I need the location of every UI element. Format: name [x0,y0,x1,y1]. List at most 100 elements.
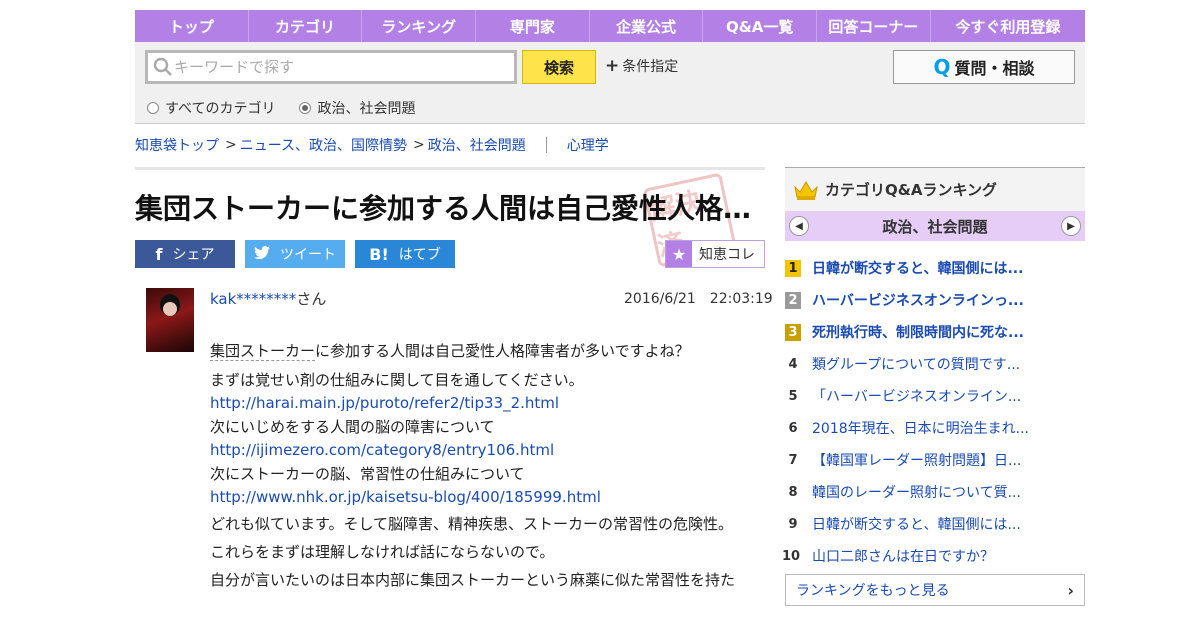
avatar[interactable] [146,288,194,352]
nav-item-answer-corner[interactable]: 回答コーナー [817,10,931,42]
breadcrumb-politics[interactable]: 政治、社会問題 [428,135,526,155]
rank-link[interactable]: 山口二郎さんは在日ですか？ [812,546,994,566]
body-line: 次にいじめをする人間の脳の障害について [210,417,495,436]
main-divider [135,167,765,170]
radio-all-label: すべてのカテゴリ [165,101,276,117]
rank-badge: 2 [785,291,801,309]
search-icon [152,56,174,78]
body-line: 次にストーカーの脳、常習性の仕組みについて [210,464,525,483]
rank-badge: 5 [788,388,798,404]
list-item[interactable]: 9 日韓が断交すると、韓国側には... [785,508,1085,540]
breadcrumb-separator: > [225,137,237,153]
nav-item-experts[interactable]: 専門家 [476,10,590,42]
ranking-category-bar: ◀ 政治、社会問題 ▶ [785,211,1085,241]
search-button[interactable]: 検索 [522,50,596,84]
list-item[interactable]: 1 日韓が断交すると、韓国側には... [785,252,1085,284]
hatena-share-button[interactable]: B! はてブ [355,240,455,268]
nav-item-top[interactable]: トップ [135,10,249,42]
search-input[interactable] [174,58,504,76]
rank-link[interactable]: 韓国のレーダー照射について質... [812,482,1021,502]
hatena-share-label: はてブ [398,247,441,263]
search-box[interactable] [145,50,517,84]
radio-current-category[interactable] [299,102,312,114]
list-item[interactable]: 6 2018年現在、日本に明治生まれ... [785,412,1085,444]
breadcrumb-related-psychology[interactable]: 心理学 [567,135,609,155]
rank-badge: 10 [781,548,801,564]
rank-link[interactable]: ハーバービジネスオンラインっ... [812,290,1024,310]
body-line: これらをまずは理解しなければ話にならないので。 [210,542,555,561]
list-item[interactable]: 5 「ハーバービジネスオンライン... [785,380,1085,412]
ranking-category: 政治、社会問題 [882,217,988,236]
rank-link[interactable]: 死刑執行時、制限時間内に死な... [812,322,1024,342]
breadcrumb: 知恵袋トップ > ニュース、政治、国際情勢 > 政治、社会問題 心理学 [135,135,609,155]
search-scope: すべてのカテゴリ 政治、社会問題 [147,98,439,118]
search-band: 検索 + 条件指定 Q 質問・相談 すべてのカテゴリ 政治、社会問題 [135,42,1085,124]
twitter-icon [254,245,270,264]
body-line: 自分が言いたいのは日本内部に集団ストーカーという麻薬に似た常習性を持た [210,570,736,589]
body-line: どれも似ています。そして脳障害、精神疾患、ストーカーの常習性の危険性。 [210,514,734,533]
post-date: 2016/6/21 22:03:19 [624,291,773,307]
rank-link[interactable]: 日韓が断交すると、韓国側には... [812,258,1023,278]
next-category-button[interactable]: ▶ [1060,216,1081,236]
rank-link[interactable]: 【韓国軍レーダー照射問題】日... [812,450,1021,470]
body-link[interactable]: http://ijimezero.com/category8/entry106.… [210,439,755,463]
rank-badge: 8 [788,484,798,500]
rank-badge: 3 [785,323,801,341]
radio-all-categories[interactable] [147,102,159,114]
twitter-share-button[interactable]: ツイート [245,240,345,268]
twitter-share-label: ツイート [280,247,336,263]
list-item[interactable]: 8 韓国のレーダー照射について質... [785,476,1085,508]
more-ranking-label: ランキングをもっと見る [796,583,950,599]
nav-item-register[interactable]: 今すぐ利用登録 [931,10,1085,42]
user-suffix: さん [296,290,327,308]
nav-item-qa-list[interactable]: Q&A一覧 [703,10,818,42]
facebook-icon: f [155,244,163,264]
rank-link[interactable]: 2018年現在、日本に明治生まれ... [812,418,1029,438]
nav-item-official[interactable]: 企業公式 [590,10,704,42]
chiekore-label: 知恵コレ [699,247,755,263]
user-link[interactable]: kak******** [210,290,296,308]
chevron-right-icon: › [1067,580,1074,600]
body-line: まずは覚せい剤の仕組みに関して目を通してください。 [210,370,584,389]
rank-badge: 6 [788,420,798,436]
star-icon: ★ [666,241,692,267]
question-title: 集団ストーカーに参加する人間は自己愛性人格障害者が多いですよね？ [135,192,765,225]
keyword-link[interactable]: 集団ストーカー [210,342,316,361]
ask-question-button[interactable]: Q 質問・相談 [893,50,1075,84]
nav-item-ranking[interactable]: ランキング [362,10,477,42]
share-buttons: f シェア ツイート B! はてブ [135,240,465,268]
list-item[interactable]: 4 類グループについての質問です... [785,348,1085,380]
list-item[interactable]: 7 【韓国軍レーダー照射問題】日... [785,444,1085,476]
plus-icon: + [605,56,620,76]
rank-badge: 4 [788,356,798,372]
breadcrumb-separator: > [413,137,425,153]
facebook-share-button[interactable]: f シェア [135,240,235,268]
prev-category-button[interactable]: ◀ [789,216,809,236]
body-link[interactable]: http://www.nhk.or.jp/kaisetsu-blog/400/1… [210,486,755,510]
list-item[interactable]: 3 死刑執行時、制限時間内に死な... [785,316,1085,348]
radio-current-label: 政治、社会問題 [317,101,416,117]
global-nav: トップ カテゴリ ランキング 専門家 企業公式 Q&A一覧 回答コーナー 今すぐ… [135,10,1085,42]
rank-link[interactable]: 「ハーバービジネスオンライン... [812,386,1021,406]
list-item[interactable]: 10 山口二郎さんは在日ですか？ [781,540,1085,572]
rank-badge: 7 [788,452,798,468]
rank-link[interactable]: 日韓が断交すると、韓国側には... [812,514,1021,534]
condition-label: 条件指定 [622,59,679,75]
nav-item-category[interactable]: カテゴリ [249,10,363,42]
body-line: 集団ストーカーに参加する人間は自己愛性人格障害者が多いですよね？ [210,340,755,364]
q-icon: Q [933,55,951,79]
facebook-share-label: シェア [172,247,215,263]
body-link[interactable]: http://harai.main.jp/puroto/refer2/tip33… [210,392,755,416]
rank-badge: 1 [785,259,801,277]
breadcrumb-top[interactable]: 知恵袋トップ [135,135,219,155]
list-item[interactable]: 2 ハーバービジネスオンラインっ... [785,284,1085,316]
question-body: 集団ストーカーに参加する人間は自己愛性人格障害者が多いですよね？ まずは覚せい剤… [210,340,755,594]
more-ranking-button[interactable]: ランキングをもっと見る › [785,574,1085,606]
rank-link[interactable]: 類グループについての質問です... [812,354,1020,374]
user-name: kak********さん [210,288,326,309]
breadcrumb-news[interactable]: ニュース、政治、国際情勢 [240,135,407,155]
chiekore-button[interactable]: ★ 知恵コレ [665,240,765,268]
condition-toggle[interactable]: + 条件指定 [605,56,678,76]
ranking-header: カテゴリQ&Aランキング [785,167,1085,211]
ranking-list: 1 日韓が断交すると、韓国側には... 2 ハーバービジネスオンラインっ... 3死… [781,252,1085,572]
